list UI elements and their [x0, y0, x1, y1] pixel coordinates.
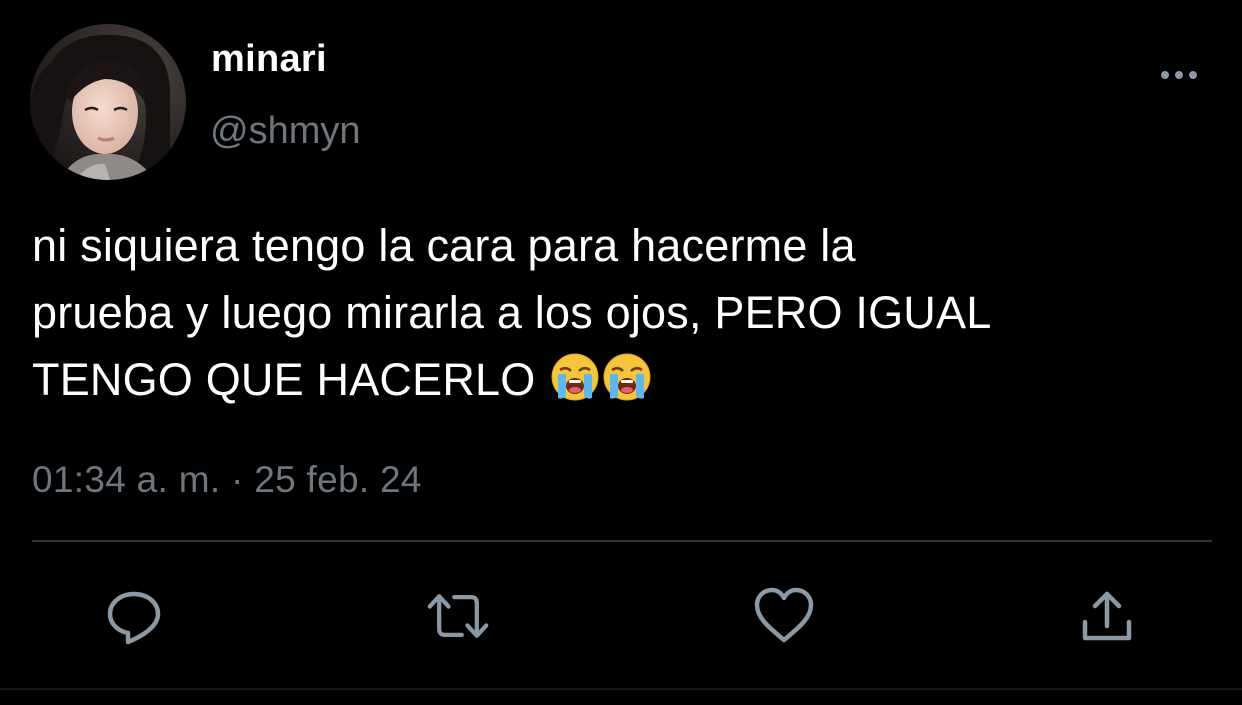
tweet-text: ni siquiera tengo la cara para hacerme l… [32, 212, 1227, 413]
share-button[interactable] [1075, 584, 1139, 648]
tweet-text-line: prueba y luego mirarla a los ojos, PERO … [32, 287, 992, 338]
more-dots-icon [1161, 71, 1197, 79]
tweet-text-line-last: TENGO QUE HACERLO 😭 😭 [32, 346, 1227, 413]
tweet-timestamp[interactable]: 01:34 a. m. · 25 feb. 24 [32, 459, 422, 501]
heart-icon [754, 587, 814, 643]
user-handle[interactable]: @shmyn [210, 110, 361, 153]
avatar-photo [30, 24, 186, 180]
share-icon [1082, 591, 1132, 641]
tweet-card: minari @shmyn ni siquiera tengo la cara … [0, 0, 1242, 705]
more-options-button[interactable] [1152, 60, 1206, 90]
tweet-text-line: ni siquiera tengo la cara para hacerme l… [32, 220, 856, 271]
divider [32, 540, 1212, 542]
tweet-text-line-end: TENGO QUE HACERLO [32, 354, 536, 405]
display-name[interactable]: minari [211, 38, 327, 81]
like-button[interactable] [752, 584, 816, 648]
loudly-crying-face-icon: 😭 [603, 353, 651, 401]
bottom-divider [0, 688, 1242, 690]
retweet-icon [427, 594, 489, 638]
avatar[interactable] [30, 24, 186, 180]
retweet-button[interactable] [426, 584, 490, 648]
comment-bubble-icon [107, 591, 161, 645]
loudly-crying-face-icon: 😭 [551, 353, 599, 401]
reply-button[interactable] [102, 584, 166, 648]
